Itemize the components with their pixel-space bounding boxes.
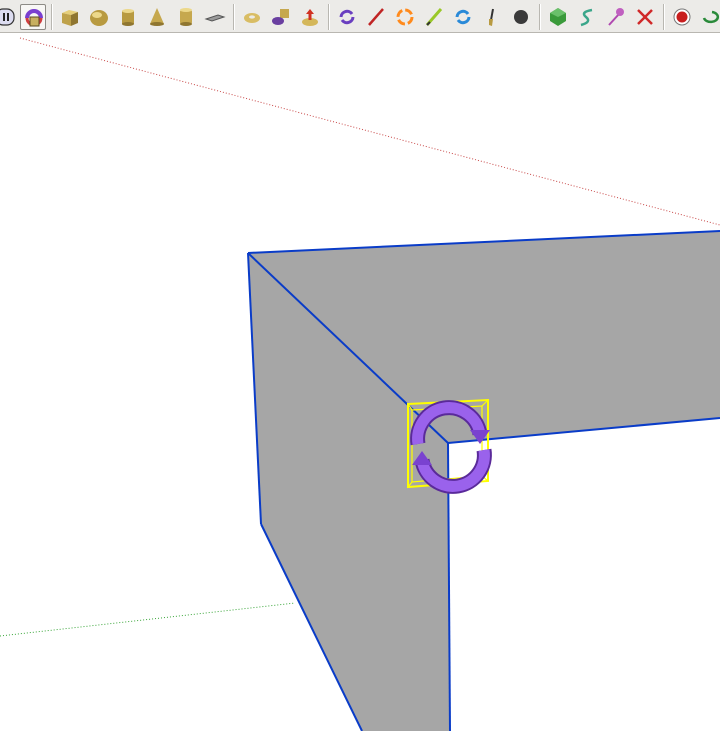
toolbar-separator <box>233 4 234 30</box>
box-primitive-icon <box>62 10 78 26</box>
shapes-button[interactable] <box>268 4 294 30</box>
plane-primitive-button[interactable] <box>202 4 228 30</box>
gem-button[interactable] <box>545 4 571 30</box>
record-button[interactable] <box>669 4 695 30</box>
shapes-icon <box>272 9 289 25</box>
component-button[interactable] <box>20 4 46 30</box>
dot-icon <box>514 10 528 24</box>
cylinder-primitive-button[interactable] <box>115 4 141 30</box>
cone-primitive-button[interactable] <box>144 4 170 30</box>
rotate-button[interactable] <box>334 4 360 30</box>
undo-orbit-icon <box>702 10 720 24</box>
rotate-icon <box>339 9 355 25</box>
line-tool-button[interactable] <box>363 4 389 30</box>
undo-orbit-button[interactable] <box>698 4 720 30</box>
close-x-icon <box>637 9 653 25</box>
curve-button[interactable] <box>574 4 600 30</box>
line-tool-icon <box>368 8 384 26</box>
refresh-icon <box>455 9 471 25</box>
refresh-button[interactable] <box>450 4 476 30</box>
3d-viewport[interactable] <box>0 33 720 731</box>
pin-icon <box>608 8 624 26</box>
sphere-primitive-button[interactable] <box>86 4 112 30</box>
gem-icon <box>550 8 566 26</box>
sphere-primitive-icon <box>90 10 108 26</box>
dot-button[interactable] <box>508 4 534 30</box>
toolbar-separator <box>539 4 540 30</box>
toolbar-separator <box>328 4 329 30</box>
rotate-orange-icon <box>396 8 414 26</box>
push-up-button[interactable] <box>297 4 323 30</box>
tube-primitive-icon <box>180 8 192 26</box>
toolbar-separator <box>51 4 52 30</box>
push-up-icon <box>302 9 318 26</box>
toolbar <box>0 0 720 33</box>
component-icon <box>25 9 43 27</box>
orbit-style-button[interactable] <box>0 4 18 30</box>
torus-primitive-icon <box>244 13 260 23</box>
torus-primitive-button[interactable] <box>239 4 265 30</box>
rotate-orange-button[interactable] <box>392 4 418 30</box>
orbit-style-icon <box>0 8 15 26</box>
brush-button[interactable] <box>479 4 505 30</box>
plane-primitive-icon <box>204 14 226 22</box>
scene-canvas[interactable] <box>0 33 720 731</box>
red-axis-line <box>19 37 720 226</box>
toolbar-separator <box>663 4 664 30</box>
tube-primitive-button[interactable] <box>173 4 199 30</box>
brush-icon <box>489 8 494 26</box>
pencil-button[interactable] <box>421 4 447 30</box>
close-x-button[interactable] <box>632 4 658 30</box>
box-primitive-button[interactable] <box>57 4 83 30</box>
curve-icon <box>580 8 593 27</box>
pin-button[interactable] <box>603 4 629 30</box>
green-axis-line <box>0 602 296 637</box>
cone-primitive-icon <box>150 8 164 26</box>
pencil-icon <box>425 8 443 26</box>
cylinder-primitive-icon <box>122 9 134 26</box>
record-icon <box>673 8 691 26</box>
